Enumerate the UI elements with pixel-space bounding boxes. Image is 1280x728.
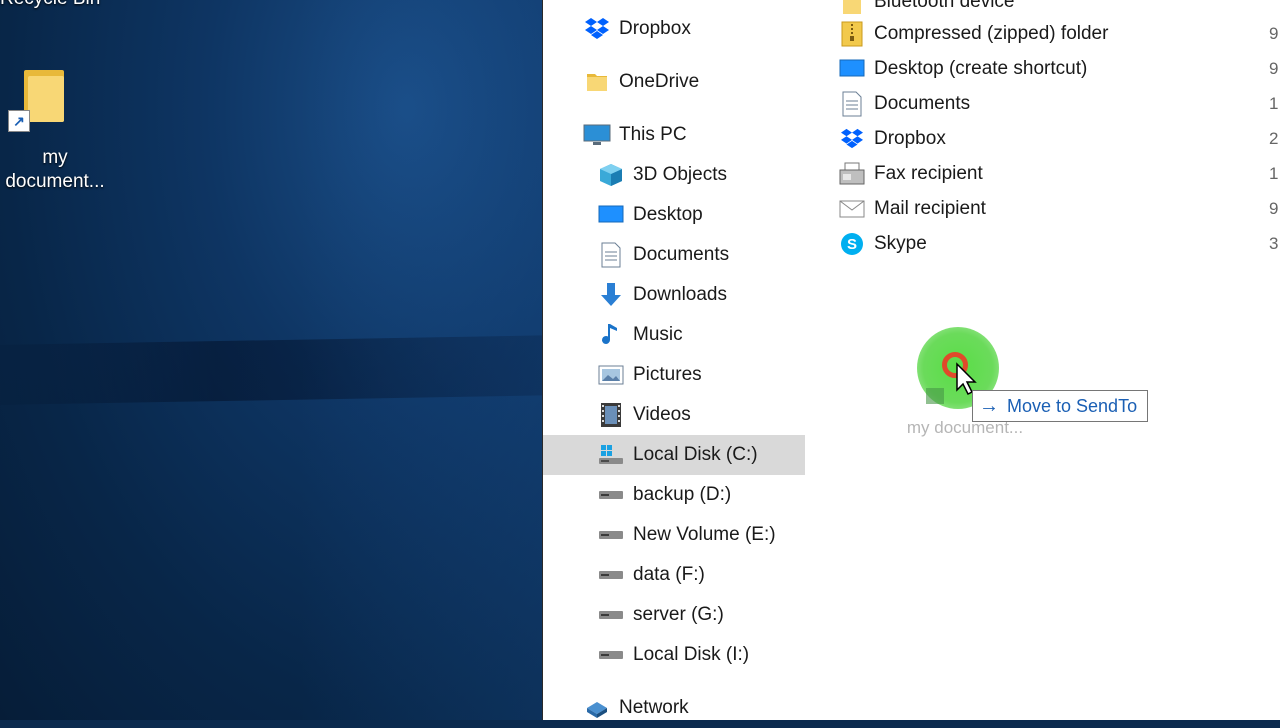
file-size: 9: [1269, 59, 1279, 78]
file-name: Documents: [874, 93, 971, 114]
nav-item-desktop[interactable]: Desktop: [543, 195, 805, 235]
documents-icon: [597, 241, 625, 269]
file-name: Dropbox: [874, 128, 946, 149]
fax-icon: [839, 161, 865, 187]
nav-item-label: 3D Objects: [633, 164, 727, 185]
bluetooth-icon: [839, 0, 865, 15]
desktop-icon: [839, 56, 865, 82]
list-item-mail-recipient[interactable]: Mail recipient 9: [839, 192, 1280, 226]
windows-drive-icon: [597, 441, 625, 469]
dropbox-icon: [583, 15, 611, 43]
drive-icon: [597, 641, 625, 669]
file-list: Bluetooth device Compressed (zipped) fol…: [839, 0, 1280, 720]
file-size: 2: [1269, 129, 1279, 148]
desktop-background: Recycle Bin ↗ my document...: [0, 0, 542, 720]
nav-item-backup-d[interactable]: backup (D:): [543, 475, 805, 515]
file-name: Mail recipient: [874, 198, 986, 219]
this-pc-icon: [583, 121, 611, 149]
dropbox-icon: [839, 126, 865, 152]
navigation-pane: Dropbox OneDrive This PC 3D Objects Desk…: [543, 0, 805, 720]
file-size: 1: [1269, 164, 1279, 183]
drive-icon: [597, 601, 625, 629]
drive-icon: [597, 481, 625, 509]
folder-icon: ↗: [8, 66, 68, 132]
drag-ghost-icon: [926, 388, 944, 404]
mail-icon: [839, 196, 865, 222]
nav-item-label: Network: [619, 697, 689, 718]
nav-item-this-pc[interactable]: This PC: [543, 115, 805, 155]
file-size: 3: [1269, 234, 1279, 253]
documents-icon: [839, 91, 865, 117]
skype-icon: S: [839, 231, 865, 257]
zip-folder-icon: [839, 21, 865, 47]
nav-item-label: Pictures: [633, 364, 702, 385]
nav-item-new-volume-e[interactable]: New Volume (E:): [543, 515, 805, 555]
nav-item-local-disk-c[interactable]: Local Disk (C:): [543, 435, 805, 475]
file-name: Compressed (zipped) folder: [874, 23, 1109, 44]
nav-item-dropbox[interactable]: Dropbox: [543, 9, 805, 49]
drag-tooltip-text: Move to SendTo: [1007, 395, 1138, 416]
file-size: 9: [1269, 199, 1279, 218]
nav-item-network[interactable]: Network: [543, 688, 805, 728]
file-size: 9: [1269, 24, 1279, 43]
nav-item-local-disk-i[interactable]: Local Disk (I:): [543, 635, 805, 675]
list-item-desktop-shortcut[interactable]: Desktop (create shortcut) 9: [839, 52, 1280, 86]
3d-objects-icon: [597, 161, 625, 189]
nav-item-label: server (G:): [633, 604, 724, 625]
network-icon: [583, 694, 611, 722]
nav-item-music[interactable]: Music: [543, 315, 805, 355]
nav-item-label: Local Disk (C:): [633, 444, 758, 465]
nav-item-label: Videos: [633, 404, 691, 425]
nav-item-label: This PC: [619, 124, 687, 145]
nav-item-label: OneDrive: [619, 71, 700, 92]
file-name: Fax recipient: [874, 163, 983, 184]
svg-text:S: S: [847, 236, 857, 253]
recycle-bin-label[interactable]: Recycle Bin: [0, 0, 100, 10]
nav-item-label: Local Disk (I:): [633, 644, 750, 665]
list-item-documents[interactable]: Documents 1: [839, 87, 1280, 121]
file-explorer-window: Dropbox OneDrive This PC 3D Objects Desk…: [542, 0, 1280, 720]
list-item-fax-recipient[interactable]: Fax recipient 1: [839, 157, 1280, 191]
desktop-shortcut-my-documents[interactable]: ↗ my document...: [0, 66, 110, 194]
nav-item-server-g[interactable]: server (G:): [543, 595, 805, 635]
shortcut-arrow-icon: ↗: [8, 110, 30, 132]
file-name: Desktop (create shortcut): [874, 58, 1088, 79]
arrow-right-icon: →: [979, 394, 999, 417]
nav-item-pictures[interactable]: Pictures: [543, 355, 805, 395]
nav-item-label: Downloads: [633, 284, 727, 305]
pictures-icon: [597, 361, 625, 389]
file-name: Bluetooth device: [874, 0, 1015, 12]
downloads-icon: [597, 281, 625, 309]
nav-item-label: Desktop: [633, 204, 703, 225]
drag-tooltip: → Move to SendTo: [972, 390, 1149, 422]
nav-item-label: data (F:): [633, 564, 705, 585]
desktop-icon-label: my document...: [5, 147, 105, 192]
desktop-icon: [597, 201, 625, 229]
nav-item-data-f[interactable]: data (F:): [543, 555, 805, 595]
drive-icon: [597, 561, 625, 589]
music-icon: [597, 321, 625, 349]
file-name: Skype: [874, 233, 927, 254]
nav-item-label: Documents: [633, 244, 730, 265]
list-item-compressed-folder[interactable]: Compressed (zipped) folder 9: [839, 17, 1280, 51]
nav-item-label: backup (D:): [633, 484, 732, 505]
file-size: 1: [1269, 94, 1279, 113]
videos-icon: [597, 401, 625, 429]
nav-item-label: Dropbox: [619, 18, 691, 39]
nav-item-documents[interactable]: Documents: [543, 235, 805, 275]
nav-item-3d-objects[interactable]: 3D Objects: [543, 155, 805, 195]
nav-item-videos[interactable]: Videos: [543, 395, 805, 435]
list-item-skype[interactable]: S Skype 3: [839, 227, 1280, 261]
nav-item-label: Music: [633, 324, 683, 345]
list-item-dropbox[interactable]: Dropbox 2: [839, 122, 1280, 156]
onedrive-folder-icon: [583, 68, 611, 96]
nav-item-label: New Volume (E:): [633, 524, 776, 545]
drive-icon: [597, 521, 625, 549]
nav-item-onedrive[interactable]: OneDrive: [543, 62, 805, 102]
nav-item-downloads[interactable]: Downloads: [543, 275, 805, 315]
